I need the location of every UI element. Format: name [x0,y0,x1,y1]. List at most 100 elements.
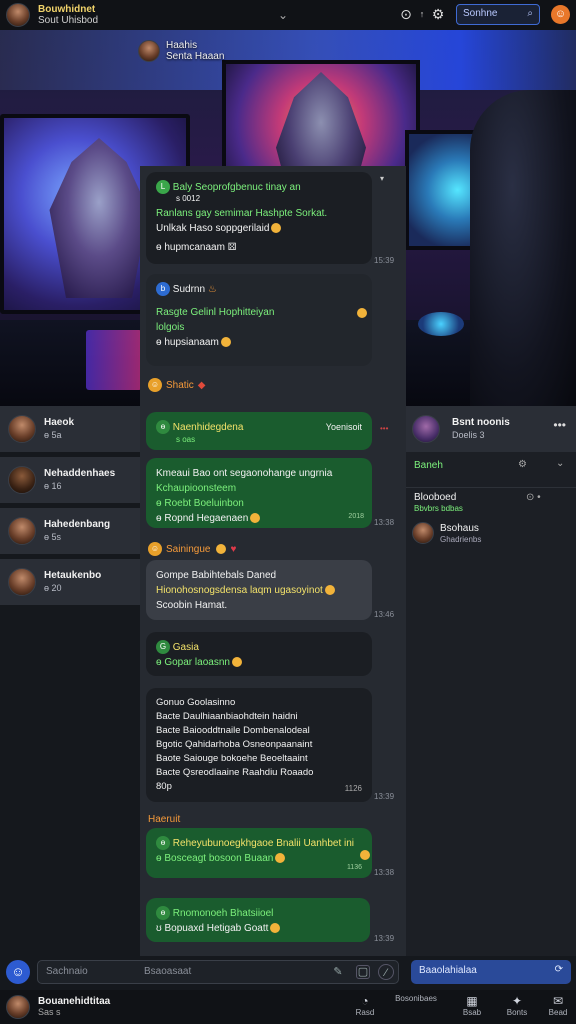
contact-sub: ɵ 16 [44,481,62,491]
message-line: Unlkak Haso soppgerilaid [156,221,362,236]
send-icon[interactable]: ⟳ [555,964,563,975]
message-bubble[interactable]: Kmeaui Bao ont segaonohange ungrnia Kcha… [146,458,372,528]
emoji-icon [324,585,335,596]
message-bubble[interactable]: ɵ Rnomonoeh Bhatsiioel ʊ Bopuaxd Hetigab… [146,898,370,942]
message-line: Bacte Baiooddtnaile Dombenalodeal [156,725,310,736]
emoji-icon [270,923,281,934]
message-bubble[interactable]: Gompe Babihtebals Daned Hionohosnogsdens… [146,560,372,620]
more-icon[interactable]: ▾ [380,174,384,183]
message-bubble[interactable]: L Baly Seoprofgbenuc tinay an s 0012 Ran… [146,172,372,264]
message-line-text: Unlkak Haso soppgerilaid [156,223,270,234]
message-bubble[interactable]: G Gasia ɵ Gopar laoasnn [146,632,372,676]
avatar [412,415,440,443]
contact-item[interactable]: Nehaddenhaes ɵ 16 [0,457,140,503]
message-line: Rasgte Gelinl Hophitteiyan [156,307,275,318]
diamond-icon: ◆ [197,379,206,391]
chat-thread[interactable]: L Baly Seoprofgbenuc tinay an s 0012 Ran… [140,166,406,956]
avatar [412,522,434,544]
mail-icon: ✉ [552,994,564,1008]
right-search-input[interactable]: Baaolahialaa ⟳ [411,960,571,984]
emoji-button[interactable]: ☺ [6,960,30,984]
message-time: 13:46 [374,610,395,619]
nav-label: Bonts [506,1008,528,1017]
contact-name: Hetaukenbo [44,570,102,581]
nav-item-bead[interactable]: ✉ Bead [544,994,572,1017]
more-icon[interactable]: ••• [553,418,566,432]
message-bubble[interactable]: ɵ Naenhidegdena Yoenisoit s oas [146,412,372,450]
arrow-up-icon[interactable]: ↑ [414,6,430,22]
chat-header-line1: Haahis [166,40,198,51]
avatar[interactable] [6,995,30,1019]
settings-icon[interactable]: ⚙ [518,459,527,470]
contact-name: Haeok [44,417,75,428]
emoji-icon [231,657,242,668]
right-panel-header[interactable]: Bsnt noonis Doelis 3 ••• [406,406,576,452]
message-line-text: Rnomonoeh Bhatsiioel [172,908,274,919]
image-icon[interactable]: ▢ [356,965,370,979]
grid-icon: ▦ [466,994,478,1008]
chevron-down-icon[interactable]: ⌄ [278,8,288,22]
gear-icon[interactable]: ⚙ [430,6,446,22]
message-line: Kchaupioonsteem [156,483,237,494]
notifications-button[interactable]: ☺ [551,5,570,24]
message-line-text: Reheyubunoegkhgaoe Bnalii Uanhbet ini [172,838,355,849]
avatar[interactable] [138,40,160,62]
message-bubble[interactable]: Gonuo Goolasinno Bacte Daulhiaanbiaohdte… [146,688,372,802]
user-status: Sout Uhisbod [38,15,99,26]
message-line: Scoobin Hamat. [156,600,228,611]
message-time: 13:39 [374,934,395,943]
message-line-text: hupsianaam [164,337,219,348]
panel-row[interactable]: Baneh ⚙ ⌄ [406,456,576,488]
message-line: lolgois [156,322,185,333]
nav-item-bsab[interactable]: ▦ Bsab [458,994,486,1017]
message-line: Bgotic Qahidarhoba Osneonpaanaint [156,739,313,750]
contact-name: Hahedenbang [44,519,111,530]
rgb-keyboard [86,330,142,390]
sender-icon: ɵ [156,906,170,921]
search-input[interactable]: Sonhne ⌕ [456,4,540,25]
mic-icon[interactable]: ⁄ [378,964,394,980]
sender-icon: ɵ [156,836,170,851]
section-header: Haeruit [148,814,180,825]
sender-icon: b [156,282,170,297]
chat-header-line2: Senta Haaan [166,51,225,62]
section-icon: ☺ [148,378,162,392]
message-line: Baote Saiouge bokoehe Beoeltaaint [156,753,308,764]
avatar [8,415,36,443]
nav-label: Rasd [355,1008,375,1017]
message-input[interactable]: Sachnaio Bsaoasaat ✎ ▢ ⁄ [37,960,399,984]
contact-item[interactable]: Hahedenbang ɵ 5s [0,508,140,554]
message-bubble[interactable]: ɵ Reheyubunoegkhgaoe Bnalii Uanhbet ini … [146,828,372,878]
more-icon[interactable]: ⊙ • [526,492,541,503]
panel-row[interactable]: Blooboed Bbvbrs bdbas ⊙ • [406,492,576,520]
nav-item-rasd[interactable]: ◔ Rasd [350,994,380,1017]
message-line-text: hupmcanaam [164,242,225,253]
panel-title: Bsnt noonis [452,417,510,428]
attach-icon[interactable]: ✎ [330,964,346,980]
message-time: 13:39 [374,792,395,801]
star-icon: ✦ [511,994,523,1008]
contact-item[interactable]: Haeok ɵ 5a [0,406,140,452]
message-line: Kmeaui Bao ont segaonohange ungrnia [156,468,333,479]
message-line: Ranlans gay semimar Hashpte Sorkat. [156,208,328,219]
nav-item-bosonibaes[interactable]: Bosonibaes [392,994,440,1003]
reaction-icon[interactable] [360,850,370,860]
sender-icon: ɵ [156,420,170,435]
panel-row-label: Baneh [414,460,443,471]
message-line: ɵ hupsianaam [156,335,362,350]
nav-item-bonts[interactable]: ✦ Bonts [502,994,532,1017]
contact-name: Nehaddenhaes [44,468,116,479]
user-info: Bouwhidnet Sout Uhisbod [38,4,98,26]
message-line-text: Bopuaxd Hetigab Goatt [164,923,269,934]
more-icon[interactable]: ••• [380,424,388,433]
clock-icon[interactable]: ⊙ [398,6,414,22]
avatar[interactable] [6,3,30,27]
flame-icon: ♨ [207,284,217,295]
panel-row[interactable]: Bsohaus Ghadrienbs [406,520,576,550]
message-bubble[interactable]: b Sudrnn ♨ Rasgte Gelinl Hophitteiyan lo… [146,274,372,366]
message-line-text: Bosceagt bosoon Buaan [164,853,274,864]
message-time: 15:39 [374,256,395,265]
chevron-down-icon[interactable]: ⌄ [556,458,564,469]
reaction-icon[interactable] [357,308,367,318]
contact-item[interactable]: Hetaukenbo ɵ 20 [0,559,140,605]
